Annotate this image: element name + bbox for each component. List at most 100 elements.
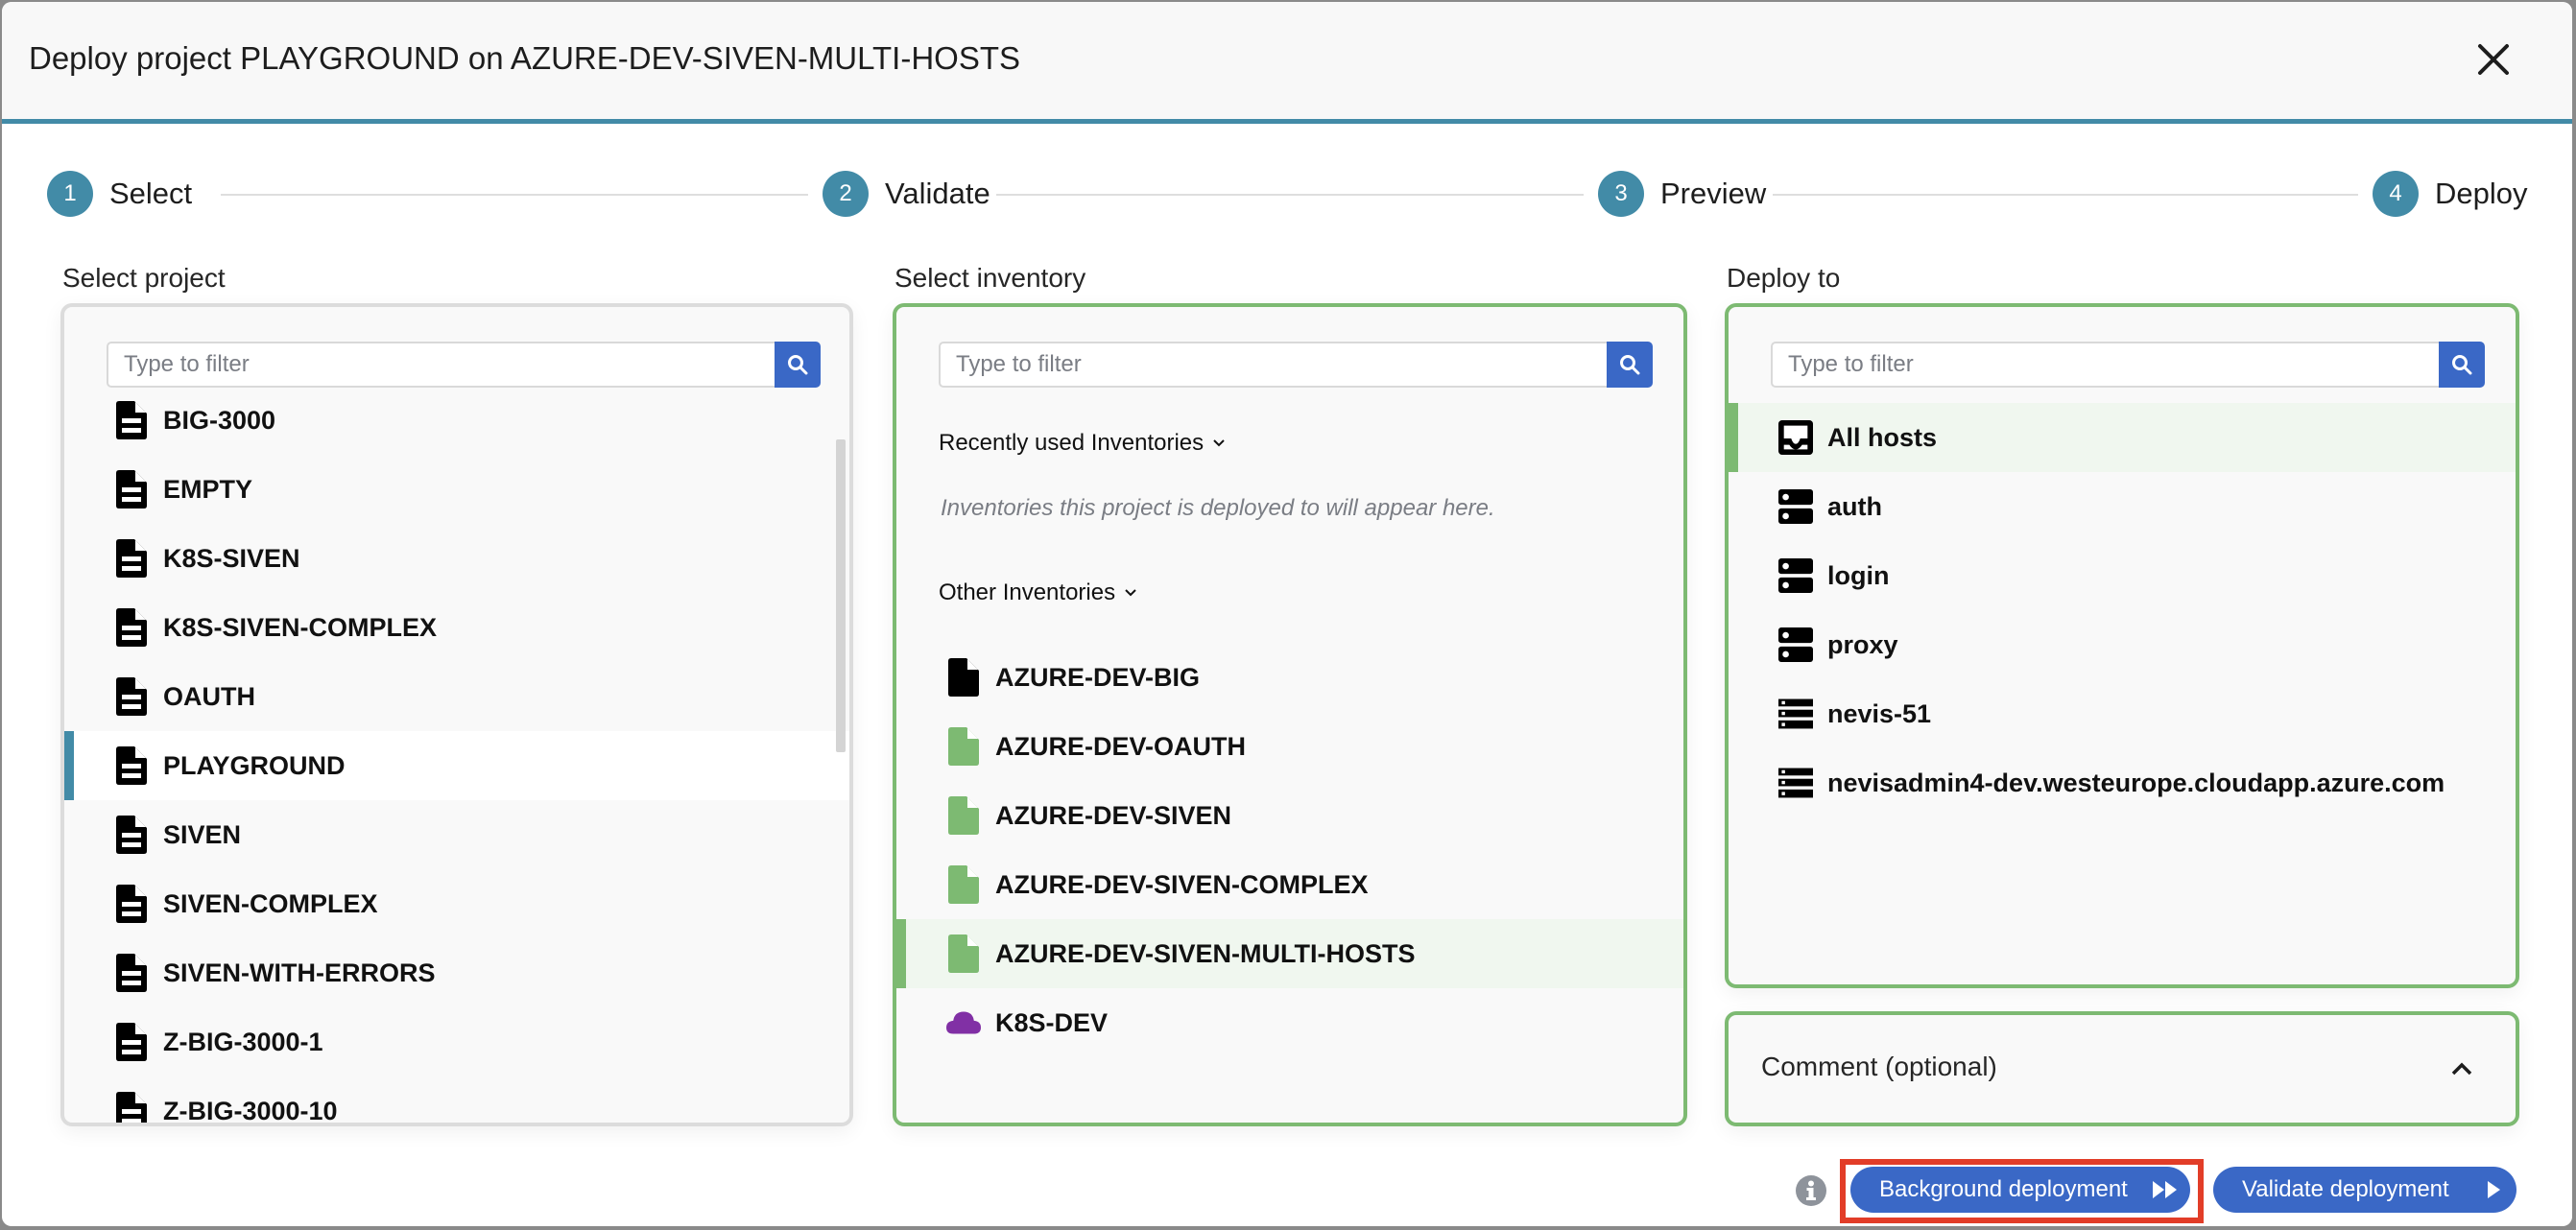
server-group-icon [1778,626,1813,664]
list-item[interactable]: K8S-SIVEN-COMPLEX [64,593,849,662]
list-item-label: nevis-51 [1827,698,1932,728]
project-file-icon [114,885,149,923]
list-item-label: K8S-SIVEN [163,543,300,573]
list-item-label: AZURE-DEV-OAUTH [995,731,1246,761]
list-item[interactable]: auth [1729,472,2516,541]
deploy-dialog: Deploy project PLAYGROUND on AZURE-DEV-S… [2,2,2572,1226]
search-icon [788,355,808,375]
list-item[interactable]: AZURE-DEV-SIVEN-COMPLEX [896,850,1683,919]
list-item[interactable]: SIVEN-COMPLEX [64,869,849,938]
step-number: 3 [1598,171,1644,217]
list-item[interactable]: PLAYGROUND [64,731,849,800]
info-icon[interactable] [1795,1174,1827,1207]
close-icon [2478,44,2509,75]
list-item[interactable]: Z-BIG-3000-1 [64,1007,849,1076]
project-search-button[interactable] [775,342,821,388]
list-item[interactable]: nevis-51 [1729,679,2516,748]
list-item-label: All hosts [1827,422,1938,452]
validate-deployment-label: Validate deployment [2242,1176,2449,1202]
chevron-down-icon [1125,589,1136,597]
list-item[interactable]: login [1729,541,2516,610]
dialog-title: Deploy project PLAYGROUND on AZURE-DEV-S… [29,40,1021,76]
background-deployment-button[interactable]: Background deployment [1850,1167,2190,1213]
chevron-down-icon [1213,439,1225,447]
list-item-label: K8S-SIVEN-COMPLEX [163,612,438,642]
step-select: 1 Select [47,171,192,217]
project-list-scrollbar[interactable] [836,439,846,752]
step-number: 4 [2373,171,2419,217]
list-item[interactable]: SIVEN-WITH-ERRORS [64,938,849,1007]
cloud-icon [946,1004,981,1042]
list-item[interactable]: SIVEN [64,800,849,869]
step-connector [996,194,1584,196]
list-item-label: OAUTH [163,681,255,711]
project-file-icon [114,1092,149,1123]
project-file-icon [114,677,149,716]
recent-inventories-toggle[interactable]: Recently used Inventories [939,430,1227,457]
project-filter [107,342,821,388]
list-item-label: AZURE-DEV-SIVEN-COMPLEX [995,869,1369,899]
list-item-label: SIVEN-COMPLEX [163,888,378,918]
project-file-icon [114,401,149,439]
select-project-label: Select project [62,263,226,293]
inbox-icon [1778,418,1813,457]
server-group-icon [1778,487,1813,526]
server-icon [1778,764,1813,802]
other-inventories-toggle[interactable]: Other Inventories [939,580,1138,606]
hosts-search-button[interactable] [2439,342,2485,388]
comment-panel[interactable]: Comment (optional) [1725,1011,2519,1126]
file-icon [946,934,981,973]
list-item-label: K8S-DEV [995,1007,1109,1037]
list-item[interactable]: AZURE-DEV-SIVEN [896,781,1683,850]
stepper: 1 Select 2 Validate 3 Preview 4 Deploy [2,165,2572,223]
list-item[interactable]: nevisadmin4-dev.westeurope.cloudapp.azur… [1729,748,2516,817]
list-item[interactable]: BIG-3000 [64,386,849,455]
list-item[interactable]: Z-BIG-3000-10 [64,1076,849,1123]
list-item-label: proxy [1827,629,1898,659]
list-item[interactable]: AZURE-DEV-OAUTH [896,712,1683,781]
dialog-header: Deploy project PLAYGROUND on AZURE-DEV-S… [2,2,2572,124]
project-file-icon [114,608,149,647]
list-item[interactable]: AZURE-DEV-SIVEN-MULTI-HOSTS [896,919,1683,988]
hosts-filter-input[interactable] [1771,342,2439,388]
project-file-icon [114,1023,149,1061]
list-item-label: login [1827,560,1890,590]
background-deployment-label: Background deployment [1879,1176,2128,1202]
other-inventories-heading: Other Inventories [939,580,1116,605]
list-item[interactable]: proxy [1729,610,2516,679]
list-item[interactable]: OAUTH [64,662,849,731]
list-item-label: AZURE-DEV-SIVEN-MULTI-HOSTS [995,938,1416,968]
comment-label: Comment (optional) [1761,1052,1997,1081]
list-item[interactable]: K8S-SIVEN [64,524,849,593]
list-item-label: PLAYGROUND [163,750,346,780]
step-deploy: 4 Deploy [2373,171,2528,217]
close-button[interactable] [2472,38,2515,81]
validate-deployment-button[interactable]: Validate deployment [2213,1167,2516,1213]
list-item[interactable]: K8S-DEV [896,988,1683,1057]
list-item[interactable]: All hosts [1729,403,2516,472]
file-icon [946,865,981,904]
project-file-icon [114,539,149,578]
step-preview: 3 Preview [1598,171,1766,217]
recent-inventories-heading: Recently used Inventories [939,430,1205,456]
server-icon [1778,695,1813,733]
project-panel: BIG-3000 EMPTY K8S-SIVEN K8S-SIVEN-COMPLEX O… [60,303,853,1126]
step-number: 1 [47,171,93,217]
list-item[interactable]: EMPTY [64,455,849,524]
list-item-label: Z-BIG-3000-1 [163,1027,323,1056]
step-connector [1773,194,2358,196]
comment-toggle-button[interactable] [2446,1053,2477,1084]
step-label: Preview [1660,177,1767,210]
inventory-filter-input[interactable] [939,342,1607,388]
project-file-icon [114,470,149,509]
list-item-label: nevisadmin4-dev.westeurope.cloudapp.azur… [1827,768,2445,797]
deploy-to-label: Deploy to [1727,263,1841,293]
chevron-up-icon [2451,1062,2472,1076]
list-item-label: auth [1827,491,1882,521]
list-item[interactable]: AZURE-DEV-BIG [896,643,1683,712]
inventory-search-button[interactable] [1607,342,1653,388]
project-filter-input[interactable] [107,342,775,388]
list-item-label: AZURE-DEV-BIG [995,662,1201,692]
select-inventory-label: Select inventory [894,263,1086,293]
step-label: Select [109,177,193,210]
